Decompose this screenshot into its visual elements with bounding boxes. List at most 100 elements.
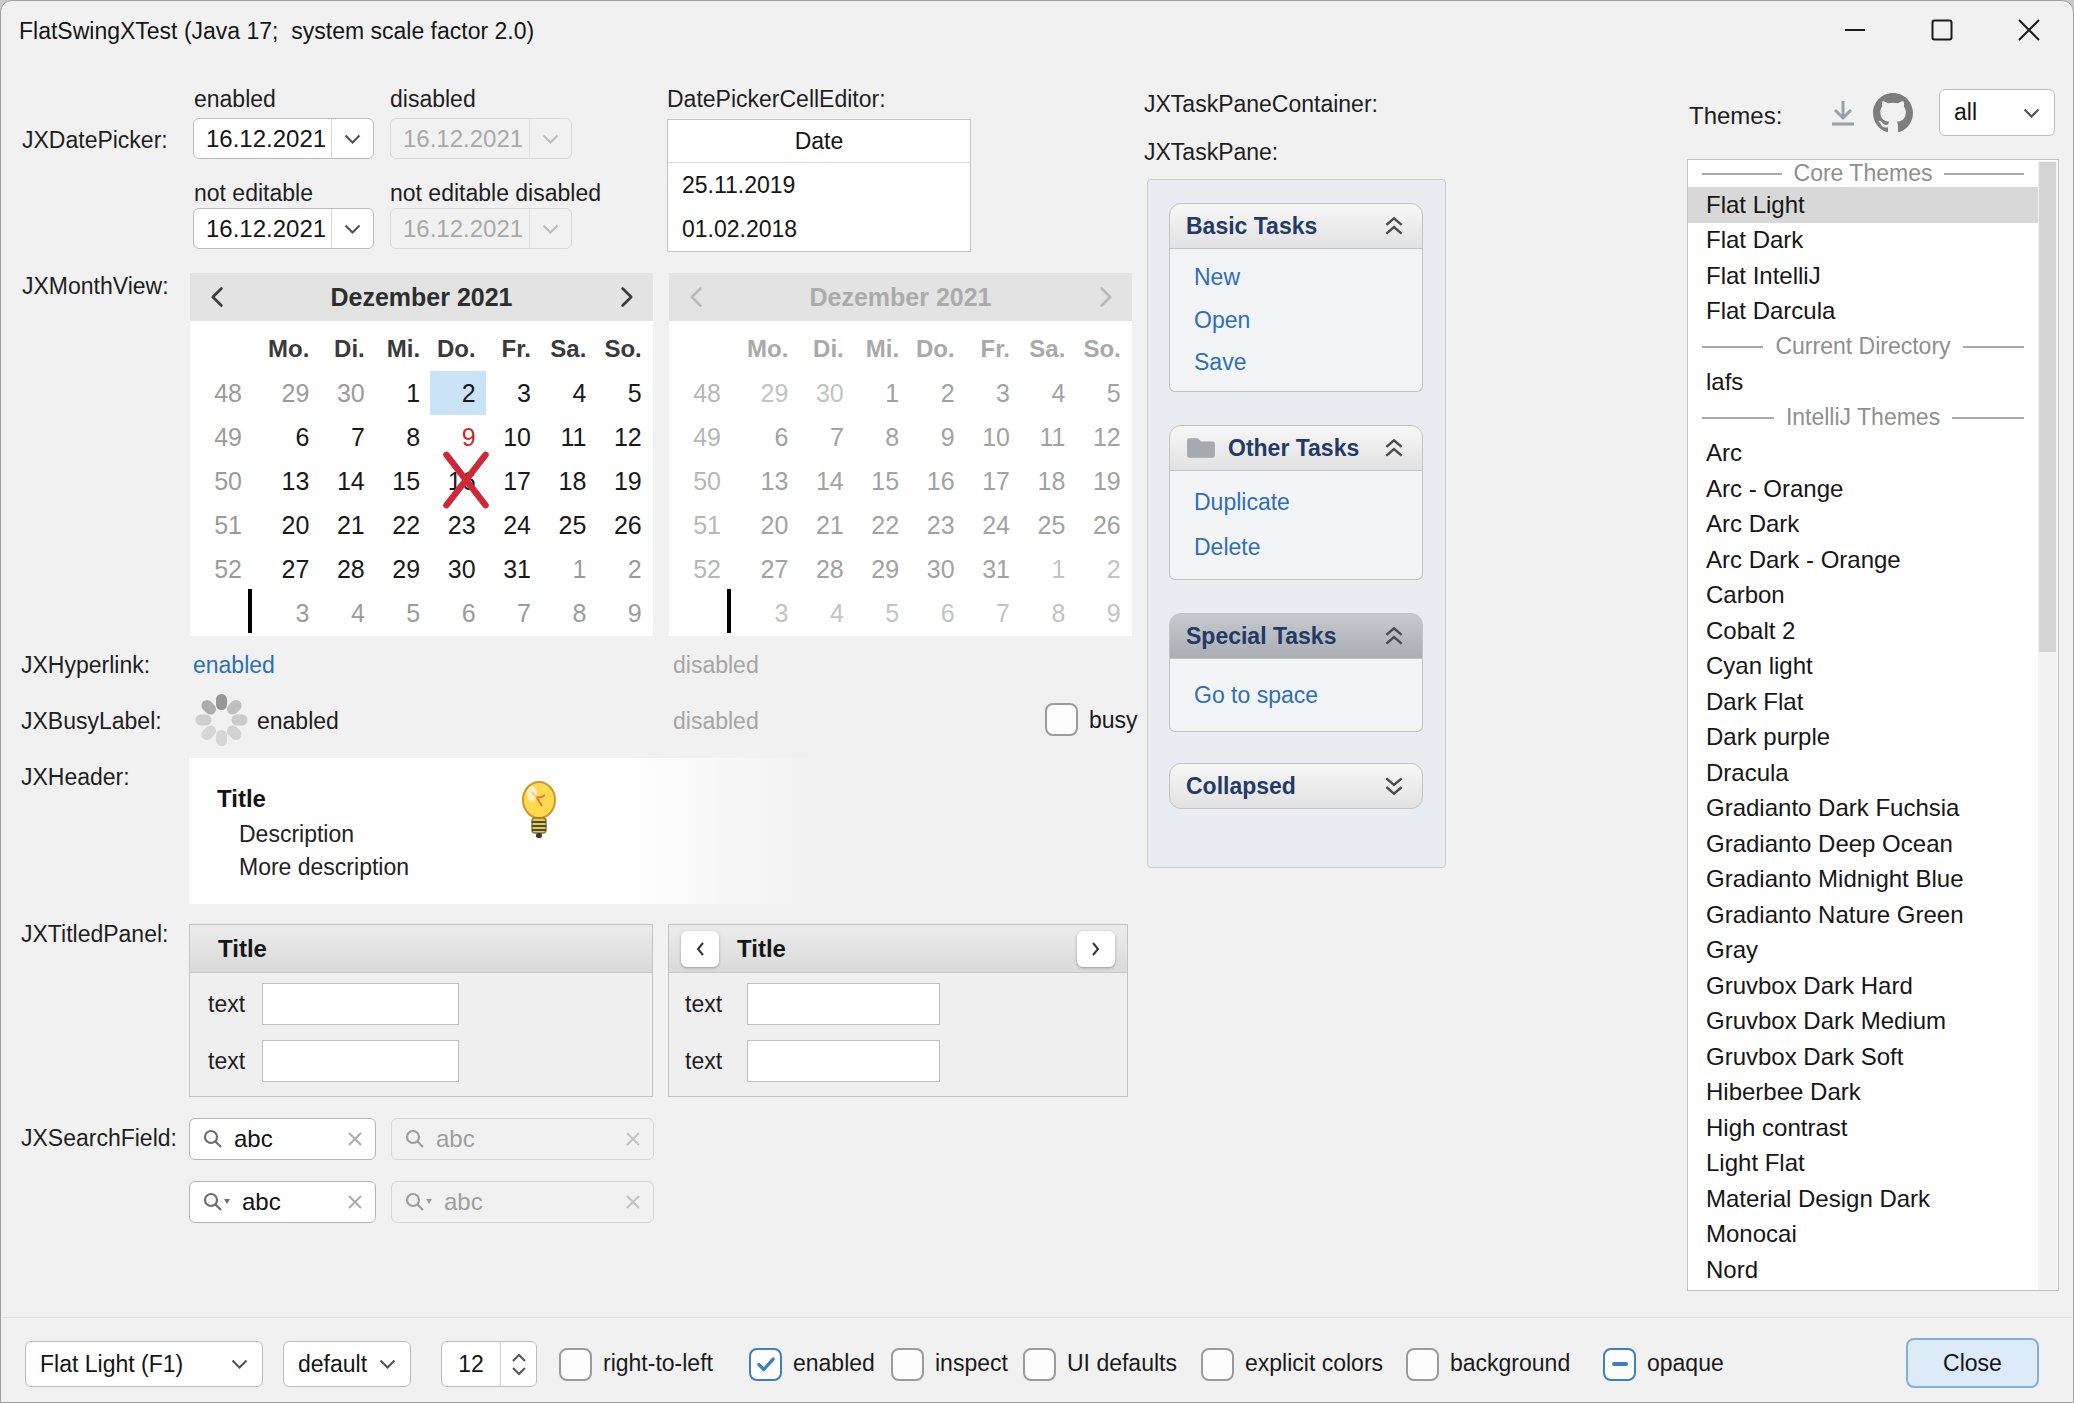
- day-cell[interactable]: 8: [541, 591, 596, 635]
- day-cell[interactable]: 31: [486, 547, 541, 591]
- titledpanel-prev-button[interactable]: [681, 931, 719, 967]
- taskpane-link[interactable]: Save: [1194, 349, 1422, 376]
- theme-list-item[interactable]: Gradianto Dark Fuchsia: [1688, 791, 2038, 827]
- theme-list-item[interactable]: Arc Dark - Orange: [1688, 542, 2038, 578]
- table-row[interactable]: 25.11.2019: [668, 163, 970, 207]
- day-cell[interactable]: 15: [375, 459, 430, 503]
- theme-list-item[interactable]: Gradianto Nature Green: [1688, 897, 2038, 933]
- day-cell[interactable]: 10: [486, 415, 541, 459]
- text-input[interactable]: [262, 1040, 459, 1082]
- scrollbar-thumb[interactable]: [2039, 162, 2056, 652]
- day-cell[interactable]: 28: [319, 547, 374, 591]
- date-column-header[interactable]: Date: [668, 120, 970, 163]
- searchfield-enabled[interactable]: abc: [189, 1118, 376, 1160]
- day-cell[interactable]: 27: [264, 547, 319, 591]
- checkbox-opaque[interactable]: [1603, 1348, 1636, 1381]
- search-text[interactable]: abc: [234, 1125, 337, 1153]
- clear-icon[interactable]: [347, 1194, 363, 1210]
- spinner-buttons[interactable]: [500, 1342, 536, 1386]
- day-cell[interactable]: 5: [375, 591, 430, 635]
- checkbox-right-to-left[interactable]: [559, 1348, 592, 1381]
- theme-list-item[interactable]: Gruvbox Dark Hard: [1688, 968, 2038, 1004]
- datepicker-noteditable[interactable]: 16.12.2021: [193, 208, 374, 249]
- day-cell[interactable]: 21: [319, 503, 374, 547]
- taskpane-header-basic-tasks[interactable]: Basic Tasks: [1169, 203, 1423, 249]
- clear-icon[interactable]: [347, 1131, 363, 1147]
- day-cell[interactable]: 14: [319, 459, 374, 503]
- style-combo[interactable]: default: [283, 1341, 411, 1387]
- theme-list-item[interactable]: Monocai: [1688, 1217, 2038, 1253]
- taskpane-link[interactable]: Delete: [1194, 534, 1422, 561]
- taskpane-header-other-tasks[interactable]: Other Tasks: [1169, 425, 1423, 471]
- day-cell[interactable]: 9: [596, 591, 651, 635]
- day-cell[interactable]: 6: [264, 415, 319, 459]
- day-cell[interactable]: 29: [264, 371, 319, 415]
- theme-list-item[interactable]: Gruvbox Dark Soft: [1688, 1039, 2038, 1075]
- datepicker-enabled[interactable]: 16.12.2021: [193, 118, 374, 159]
- taskpane-header-special-tasks[interactable]: Special Tasks: [1169, 613, 1423, 659]
- theme-list-item[interactable]: Arc Dark: [1688, 507, 2038, 543]
- day-cell[interactable]: 4: [541, 371, 596, 415]
- day-cell[interactable]: 19: [596, 459, 651, 503]
- day-cell[interactable]: 4: [319, 591, 374, 635]
- checkbox-inspect[interactable]: [891, 1348, 924, 1381]
- day-cell[interactable]: 24: [486, 503, 541, 547]
- day-cell[interactable]: 30: [319, 371, 374, 415]
- day-cell[interactable]: 22: [375, 503, 430, 547]
- theme-list-item[interactable]: Dark purple: [1688, 720, 2038, 756]
- theme-list-item[interactable]: High contrast: [1688, 1110, 2038, 1146]
- day-cell[interactable]: 29: [375, 547, 430, 591]
- day-cell[interactable]: 7: [319, 415, 374, 459]
- laf-combo[interactable]: Flat Light (F1): [25, 1341, 263, 1387]
- day-cell[interactable]: 6: [430, 591, 485, 635]
- day-cell[interactable]: 3: [486, 371, 541, 415]
- close-window-button[interactable]: [1996, 1, 2062, 59]
- day-cell[interactable]: 23: [430, 503, 485, 547]
- checkbox-ui-defaults[interactable]: [1023, 1348, 1056, 1381]
- busy-checkbox[interactable]: [1045, 703, 1078, 736]
- taskpane-link[interactable]: New: [1194, 264, 1422, 291]
- taskpane-link[interactable]: Open: [1194, 307, 1422, 334]
- text-input[interactable]: [262, 983, 459, 1025]
- day-cell[interactable]: 17: [486, 459, 541, 503]
- theme-list-item[interactable]: Light Flat: [1688, 1146, 2038, 1182]
- titledpanel-next-button[interactable]: [1077, 931, 1115, 967]
- theme-list-item[interactable]: Arc - Orange: [1688, 471, 2038, 507]
- font-size-value[interactable]: 12: [442, 1351, 500, 1378]
- day-cell[interactable]: 2: [430, 371, 485, 415]
- text-input[interactable]: [747, 1040, 940, 1082]
- github-button[interactable]: [1873, 93, 1913, 137]
- day-cell[interactable]: 11: [541, 415, 596, 459]
- day-cell[interactable]: 25: [541, 503, 596, 547]
- day-cell[interactable]: 30: [430, 547, 485, 591]
- theme-list-item[interactable]: Material Design Dark: [1688, 1181, 2038, 1217]
- theme-list-item[interactable]: Cobalt 2: [1688, 613, 2038, 649]
- checkbox-background[interactable]: [1406, 1348, 1439, 1381]
- day-cell[interactable]: 8: [375, 415, 430, 459]
- theme-list-item[interactable]: Carbon: [1688, 578, 2038, 614]
- theme-list-item[interactable]: Gruvbox Dark Medium: [1688, 1004, 2038, 1040]
- day-cell[interactable]: 18: [541, 459, 596, 503]
- datepicker-dropdown-button[interactable]: [331, 119, 373, 158]
- calendar-next-icon[interactable]: [609, 279, 645, 315]
- font-size-spinner[interactable]: 12: [441, 1341, 537, 1387]
- datepicker-value[interactable]: 16.12.2021: [194, 125, 331, 153]
- theme-list-item[interactable]: Nord: [1688, 1252, 2038, 1288]
- searchfield-dropdown-enabled[interactable]: abc: [189, 1181, 376, 1223]
- minimize-button[interactable]: [1822, 1, 1888, 59]
- theme-list-item[interactable]: Flat Dark: [1688, 223, 2038, 259]
- theme-list-item[interactable]: Gradianto Deep Ocean: [1688, 826, 2038, 862]
- taskpane-link[interactable]: Duplicate: [1194, 489, 1422, 516]
- checkbox-enabled[interactable]: [749, 1348, 782, 1381]
- day-cell[interactable]: 1: [375, 371, 430, 415]
- day-cell[interactable]: 13: [264, 459, 319, 503]
- theme-list-item[interactable]: Dark Flat: [1688, 684, 2038, 720]
- theme-list-item[interactable]: Gradianto Midnight Blue: [1688, 862, 2038, 898]
- checkbox-explicit-colors[interactable]: [1201, 1348, 1234, 1381]
- calendar-prev-icon[interactable]: [198, 279, 234, 315]
- theme-list-item[interactable]: Flat IntelliJ: [1688, 258, 2038, 294]
- day-cell[interactable]: 20: [264, 503, 319, 547]
- maximize-button[interactable]: [1909, 1, 1975, 59]
- theme-list-item[interactable]: Hiberbee Dark: [1688, 1075, 2038, 1111]
- taskpane-header-collapsed[interactable]: Collapsed: [1169, 763, 1423, 809]
